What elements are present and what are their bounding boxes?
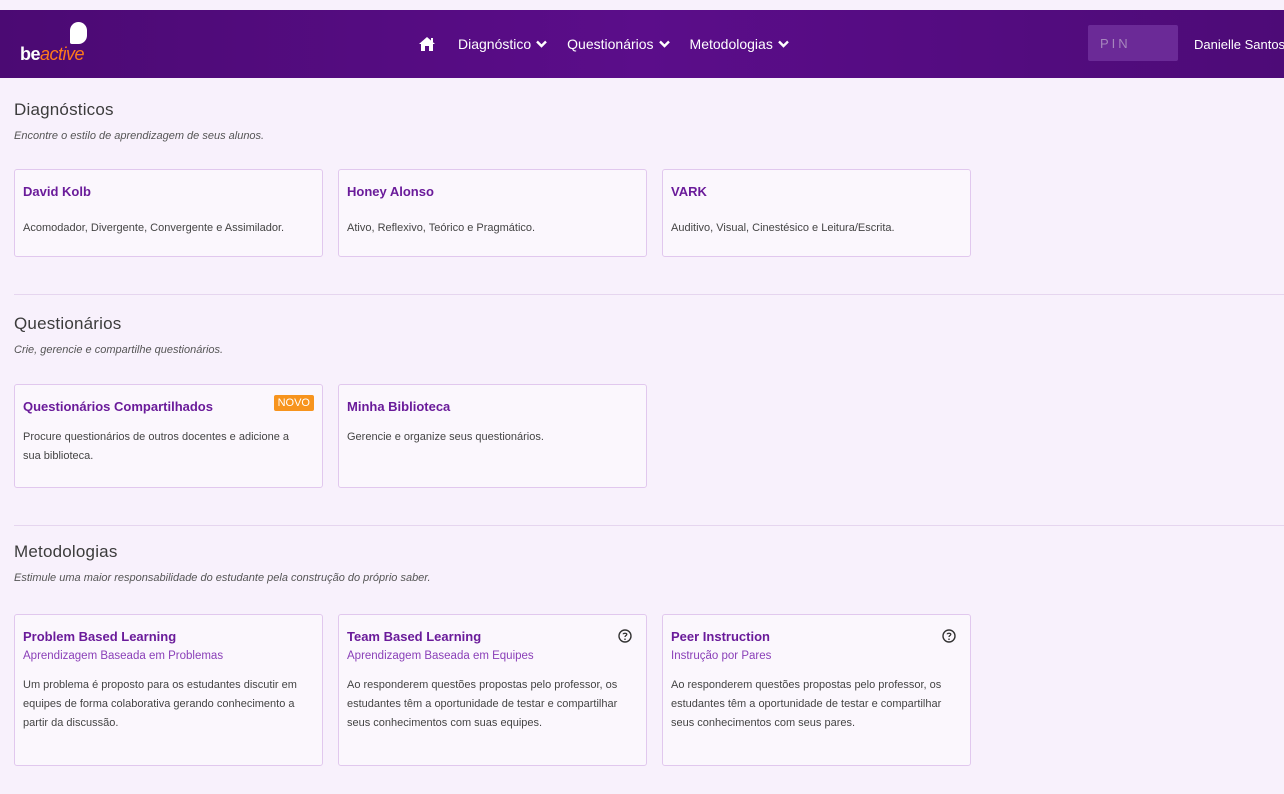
help-circle-icon[interactable]	[618, 629, 632, 643]
section-subtitle: Crie, gerencie e compartilhe questionári…	[14, 344, 224, 356]
chevron-down-icon	[658, 40, 670, 48]
nav-diagnostico[interactable]: Diagnóstico	[458, 36, 548, 52]
card-title: David Kolb	[23, 184, 91, 199]
card-team-based-learning[interactable]: Team Based Learning Aprendizagem Baseada…	[338, 614, 647, 766]
card-description: Um problema é proposto para os estudante…	[23, 679, 297, 729]
user-name: Danielle Santos	[1194, 36, 1284, 52]
card-title: Minha Biblioteca	[347, 399, 451, 414]
card-david-kolb[interactable]: David Kolb Acomodador, Divergente, Conve…	[14, 169, 323, 257]
beactive-logo[interactable]: beactive	[18, 22, 98, 66]
card-subtitle: Instrução por Pares	[671, 650, 772, 662]
logo-bubble-icon	[70, 22, 87, 44]
section-divider	[14, 294, 1284, 295]
logo-active-text: active	[40, 44, 85, 64]
card-title: Peer Instruction	[671, 629, 770, 644]
card-description: Procure questionários de outros docentes…	[23, 431, 290, 462]
section-title: Diagnósticos	[14, 100, 114, 119]
card-subtitle: Aprendizagem Baseada em Equipes	[347, 650, 534, 662]
chevron-down-icon	[536, 40, 548, 48]
card-title: Honey Alonso	[347, 184, 434, 199]
card-title: VARK	[671, 184, 707, 199]
user-menu[interactable]: Danielle Santos	[1194, 10, 1284, 78]
main-nav: Diagnóstico Questionários Metodologias	[418, 10, 809, 78]
home-icon-svg	[419, 37, 435, 51]
nav-questionarios-label: Questionários	[567, 36, 654, 52]
section-title: Questionários	[14, 314, 122, 333]
section-subtitle: Estimule uma maior responsabilidade do e…	[14, 572, 431, 584]
logo-be-text: be	[20, 44, 41, 64]
card-description: Ao responderem questões propostas pelo p…	[671, 679, 942, 729]
section-divider	[14, 525, 1284, 526]
section-diagnosticos: Diagnósticos Encontre o estilo de aprend…	[14, 100, 1284, 142]
card-description: Auditivo, Visual, Cinestésico e Leitura/…	[671, 222, 895, 234]
card-description: Ativo, Reflexivo, Teórico e Pragmático.	[347, 222, 536, 234]
card-description: Ao responderem questões propostas pelo p…	[347, 679, 618, 729]
new-badge: NOVO	[273, 395, 314, 411]
card-title: Team Based Learning	[347, 629, 482, 644]
top-navbar: beactive Diagnóstico Questionários Metod…	[0, 10, 1284, 78]
nav-metodologias-label: Metodologias	[689, 36, 773, 52]
chevron-down-icon	[777, 40, 789, 48]
card-title: Problem Based Learning	[23, 629, 177, 644]
help-circle-icon[interactable]	[942, 629, 956, 643]
card-title: Questionários Compartilhados	[23, 399, 213, 414]
card-problem-based-learning[interactable]: Problem Based Learning Aprendizagem Base…	[14, 614, 323, 766]
section-questionarios: Questionários Crie, gerencie e compartil…	[14, 314, 1284, 356]
nav-diagnostico-label: Diagnóstico	[458, 36, 532, 52]
section-metodologias: Metodologias Estimule uma maior responsa…	[14, 542, 1284, 584]
pin-input[interactable]	[1088, 25, 1178, 61]
card-peer-instruction[interactable]: Peer Instruction Instrução por Pares Ao …	[662, 614, 971, 766]
card-honey-alonso[interactable]: Honey Alonso Ativo, Reflexivo, Teórico e…	[338, 169, 647, 257]
card-description: Gerencie e organize seus questionários.	[347, 431, 544, 443]
card-minha-biblioteca[interactable]: Minha Biblioteca Gerencie e organize seu…	[338, 384, 647, 488]
section-title: Metodologias	[14, 542, 118, 561]
section-subtitle: Encontre o estilo de aprendizagem de seu…	[14, 130, 265, 142]
card-subtitle: Aprendizagem Baseada em Problemas	[23, 650, 224, 662]
nav-questionarios[interactable]: Questionários	[567, 36, 670, 52]
nav-metodologias[interactable]: Metodologias	[690, 36, 789, 52]
card-questionarios-compartilhados[interactable]: Questionários Compartilhados NOVO Procur…	[14, 384, 323, 488]
card-description: Acomodador, Divergente, Convergente e As…	[23, 222, 285, 234]
card-vark[interactable]: VARK Auditivo, Visual, Cinestésico e Lei…	[662, 169, 971, 257]
home-icon[interactable]	[418, 36, 436, 52]
